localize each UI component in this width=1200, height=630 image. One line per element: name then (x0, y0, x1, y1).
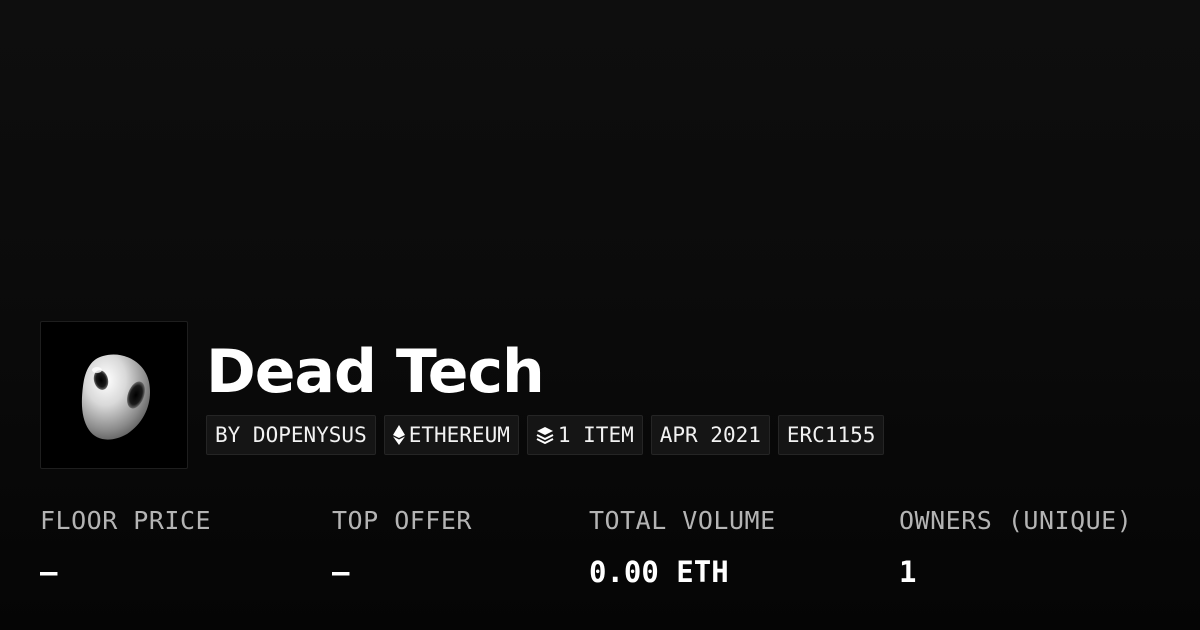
owners-label: OWNERS (UNIQUE) (899, 506, 1133, 535)
collection-title: Dead Tech (206, 337, 545, 407)
collection-thumbnail[interactable] (40, 321, 188, 469)
collection-tags: BY DOPENYSUS ETHEREUM 1 ITEM APR 2021 ER… (206, 415, 885, 455)
chain-tag: ETHEREUM (383, 415, 519, 455)
token-standard-tag: ERC1155 (777, 415, 885, 455)
items-tag-label: 1 ITEM (557, 423, 634, 447)
stat-floor-price: FLOOR PRICE — (40, 503, 211, 592)
token-standard-tag-label: ERC1155 (786, 423, 876, 447)
date-tag-label: APR 2021 (659, 423, 761, 447)
chain-tag-label: ETHEREUM (408, 423, 510, 447)
stat-top-offer: TOP OFFER — (332, 503, 472, 592)
stat-owners: OWNERS (UNIQUE) 1 (899, 503, 1132, 592)
top-offer-value: — (332, 555, 350, 589)
stat-total-volume: TOTAL VOLUME 0.00 ETH (589, 503, 776, 592)
top-offer-label: TOP OFFER (332, 506, 472, 535)
date-tag: APR 2021 (650, 415, 770, 455)
creator-tag-label: BY DOPENYSUS (215, 423, 367, 447)
stack-layers-icon (536, 426, 554, 444)
total-volume-value: 0.00 ETH (589, 555, 729, 589)
floor-price-label: FLOOR PRICE (40, 506, 212, 535)
total-volume-label: TOTAL VOLUME (589, 506, 776, 535)
items-tag: 1 ITEM (526, 415, 643, 455)
owners-value: 1 (899, 555, 917, 589)
floor-price-value: — (40, 555, 58, 589)
creator-tag[interactable]: BY DOPENYSUS (206, 415, 376, 455)
collection-share-card: Dead Tech BY DOPENYSUS ETHEREUM 1 ITEM A… (0, 0, 1200, 630)
ethereum-icon (392, 425, 405, 445)
chrome-blob-artwork-icon (81, 354, 151, 440)
